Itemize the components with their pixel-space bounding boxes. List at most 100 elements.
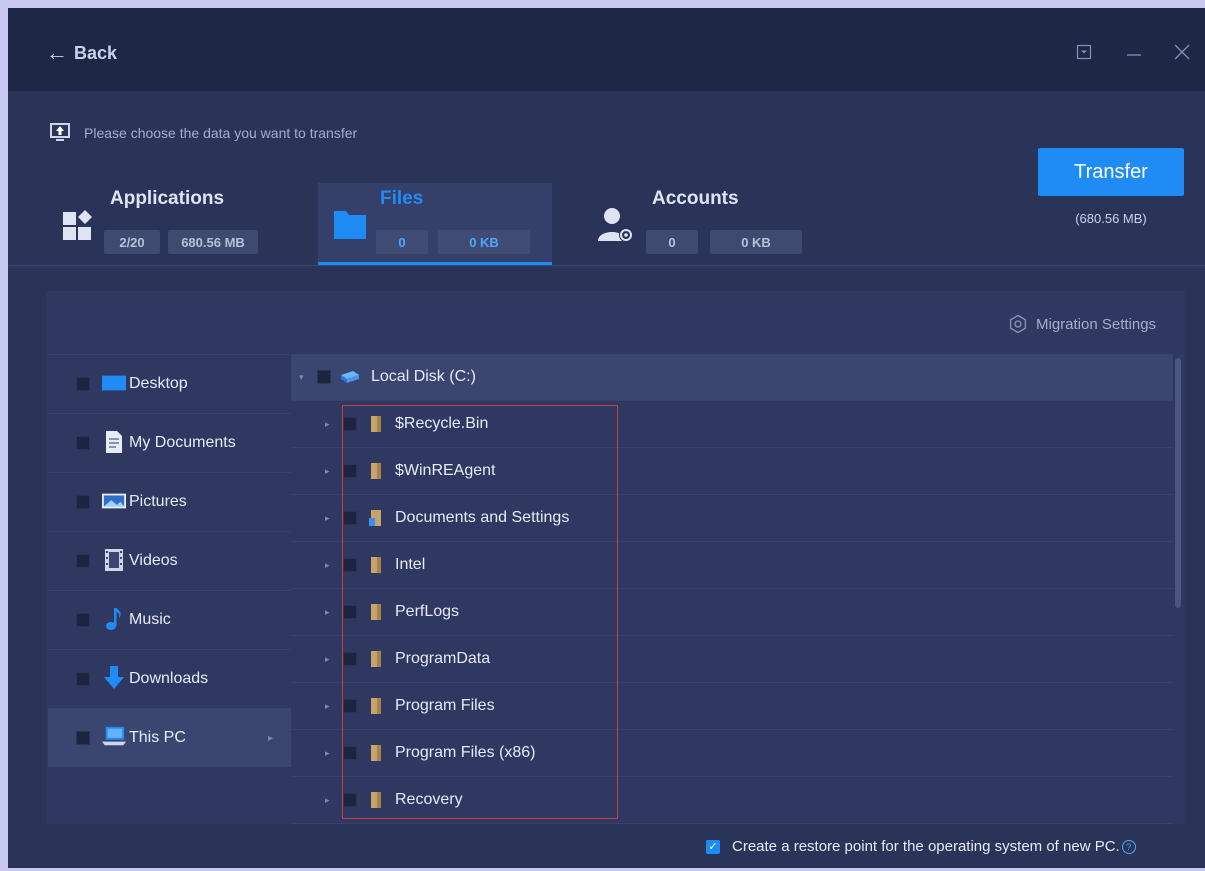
pictures-icon <box>102 489 126 513</box>
shortcut-folder-icon <box>369 510 385 526</box>
upload-monitor-icon <box>46 120 74 146</box>
checkbox[interactable] <box>343 605 357 619</box>
expand-arrow-icon[interactable]: ▸ <box>325 748 330 759</box>
close-button[interactable] <box>1168 38 1196 66</box>
checkbox[interactable] <box>343 511 357 525</box>
sidebar-item-label: My Documents <box>129 434 236 451</box>
tree-scrollbar[interactable] <box>1173 354 1183 824</box>
folder-icon <box>369 745 385 761</box>
folder-tree: ▾ Local Disk (C:) ▸ $Recycle.Bin ▸ $WinREAg… <box>291 354 1173 824</box>
tree-label: Documents and Settings <box>395 509 570 526</box>
minimize-icon <box>1127 54 1141 56</box>
hint-text: Please choose the data you want to trans… <box>84 125 358 141</box>
checkbox[interactable] <box>76 377 90 391</box>
folder-icon <box>334 209 366 244</box>
migration-settings-label: Migration Settings <box>1036 315 1157 333</box>
folder-icon <box>369 557 385 573</box>
back-button[interactable]: ← Back <box>46 42 117 64</box>
files-count-badge: 0 <box>376 230 428 254</box>
close-icon <box>1174 44 1190 60</box>
folder-icon <box>369 651 385 667</box>
applications-icon <box>62 208 96 247</box>
computer-icon <box>102 725 126 749</box>
restore-point-option: ✓ Create a restore point for the operati… <box>706 838 1136 855</box>
music-note-icon <box>102 607 126 631</box>
checkbox[interactable] <box>317 370 331 384</box>
user-settings-icon <box>596 205 636 250</box>
minimize-button[interactable] <box>1120 38 1148 66</box>
tree-row-folder[interactable]: ▸ Program Files <box>291 683 1173 730</box>
tree-row-folder[interactable]: ▸ Intel <box>291 542 1173 589</box>
checkbox[interactable] <box>76 436 90 450</box>
expand-arrow-icon[interactable]: ▸ <box>325 560 330 571</box>
checkbox[interactable] <box>76 613 90 627</box>
sidebar-item-label: Downloads <box>129 670 209 687</box>
restore-point-checkbox[interactable]: ✓ <box>706 839 720 854</box>
tree-label: $WinREAgent <box>395 462 496 479</box>
tab-files-title: Files <box>380 188 424 209</box>
tree-row-folder[interactable]: ▸ ProgramData <box>291 636 1173 683</box>
expand-arrow-icon[interactable]: ▸ <box>325 795 330 806</box>
tree-row-folder[interactable]: ▸ Program Files (x86) <box>291 730 1173 777</box>
expand-arrow-icon[interactable]: ▸ <box>325 607 330 618</box>
checkbox[interactable] <box>76 672 90 686</box>
sidebar-item-desktop[interactable]: Desktop <box>48 354 291 413</box>
sidebar-item-pictures[interactable]: Pictures <box>48 472 291 531</box>
download-arrow-icon <box>102 666 126 690</box>
scroll-thumb[interactable] <box>1175 358 1181 608</box>
back-arrow-icon: ← <box>46 40 68 65</box>
tree-row-folder[interactable]: ▸ Documents and Settings <box>291 495 1173 542</box>
checkbox[interactable] <box>343 652 357 666</box>
transfer-size: (680.56 MB) <box>1075 211 1147 226</box>
tree-root-local-disk[interactable]: ▾ Local Disk (C:) <box>291 354 1173 401</box>
drive-icon <box>341 369 359 385</box>
help-icon[interactable]: ? <box>1121 839 1136 854</box>
sidebar-item-music[interactable]: Music <box>48 590 291 649</box>
expand-arrow-icon[interactable]: ▸ <box>325 701 330 712</box>
tree-row-folder[interactable]: ▸ Recovery <box>291 777 1173 824</box>
tree-row-folder[interactable]: ▸ $Recycle.Bin <box>291 401 1173 448</box>
tree-label: ProgramData <box>395 650 491 667</box>
expand-arrow-icon[interactable]: ▸ <box>325 466 330 477</box>
tree-label: Program Files (x86) <box>395 744 536 761</box>
sidebar-item-my-documents[interactable]: My Documents <box>48 413 291 472</box>
instruction-hint: Please choose the data you want to trans… <box>46 120 357 146</box>
sidebar-item-downloads[interactable]: Downloads <box>48 649 291 708</box>
expand-arrow-icon[interactable]: ▸ <box>325 419 330 430</box>
accounts-size-badge: 0 KB <box>710 230 802 254</box>
folder-icon <box>369 792 385 808</box>
checkbox[interactable] <box>343 464 357 478</box>
tree-row-folder[interactable]: ▸ PerfLogs <box>291 589 1173 636</box>
title-bar: ← Back <box>8 8 1205 91</box>
migration-settings-link[interactable]: Migration Settings <box>1008 314 1156 334</box>
checkbox[interactable] <box>343 699 357 713</box>
expand-arrow-icon[interactable]: ▸ <box>325 513 330 524</box>
expand-arrow-icon[interactable]: ▸ <box>325 654 330 665</box>
menu-button[interactable] <box>1070 38 1098 66</box>
sidebar-item-label: This PC <box>129 729 186 746</box>
checkbox[interactable] <box>343 793 357 807</box>
tree-label: Program Files <box>395 697 495 714</box>
transfer-button[interactable]: Transfer <box>1038 148 1184 196</box>
checkbox[interactable] <box>76 731 90 745</box>
checkbox[interactable] <box>343 558 357 572</box>
tree-row-folder[interactable]: ▸ $WinREAgent <box>291 448 1173 495</box>
sidebar-item-this-pc[interactable]: This PC ▸ <box>48 708 291 767</box>
checkbox[interactable] <box>76 554 90 568</box>
sidebar-item-label: Desktop <box>129 375 188 392</box>
tree-label: Intel <box>395 556 426 573</box>
checkbox[interactable] <box>343 746 357 760</box>
gear-icon <box>1009 314 1027 334</box>
checkbox[interactable] <box>343 417 357 431</box>
menu-icon <box>1076 44 1092 60</box>
videos-icon <box>102 548 126 572</box>
checkbox[interactable] <box>76 495 90 509</box>
header-divider <box>8 265 1205 266</box>
collapse-arrow-icon[interactable]: ▾ <box>299 372 304 383</box>
applications-count-badge: 2/20 <box>104 230 160 254</box>
tree-label: $Recycle.Bin <box>395 415 489 432</box>
sidebar-item-label: Music <box>129 611 171 628</box>
sidebar-item-videos[interactable]: Videos <box>48 531 291 590</box>
folder-icon <box>369 698 385 714</box>
tree-label: Local Disk (C:) <box>371 368 476 385</box>
